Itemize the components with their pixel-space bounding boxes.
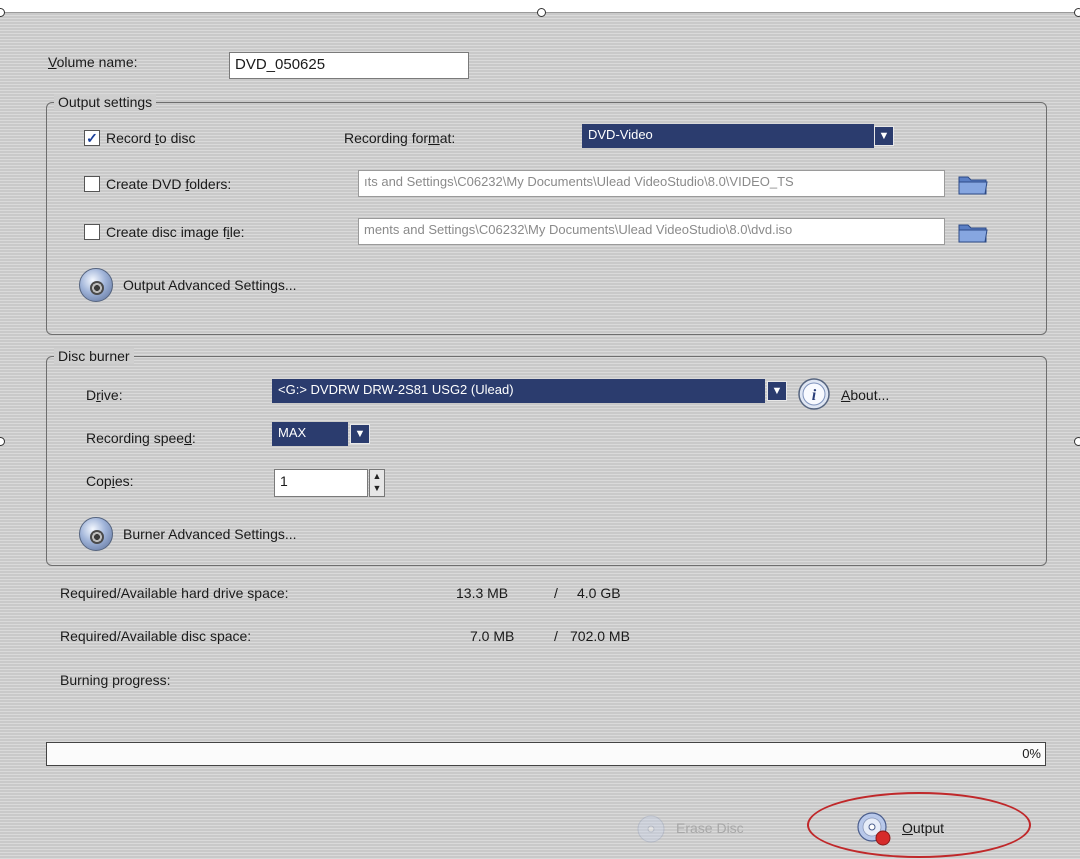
disc-icon	[637, 815, 665, 843]
hard-drive-required: 13.3 MB	[456, 585, 509, 601]
burning-progress-label: Burning progress:	[60, 672, 171, 688]
resize-handle-top-left[interactable]	[0, 8, 5, 17]
record-to-disc-label: Record to disc	[106, 130, 196, 146]
output-settings-legend: Output settings	[54, 94, 157, 110]
hard-drive-separator: /	[554, 585, 558, 601]
info-icon[interactable]: i	[797, 377, 831, 411]
volume-name-input[interactable]: DVD_050625	[229, 52, 469, 79]
drive-select[interactable]: <G:> DVDRW DRW-2S81 USG2 (Ulead)	[272, 379, 765, 403]
disc-space-label: Required/Available disc space:	[60, 628, 252, 644]
dvd-folders-path-input[interactable]: ıts and Settings\C06232\My Documents\Ule…	[358, 170, 945, 197]
resize-handle-top[interactable]	[537, 8, 546, 17]
create-dvd-folders-checkbox[interactable]	[84, 176, 100, 192]
highlight-annotation	[807, 792, 1031, 858]
output-advanced-settings-button[interactable]: Output Advanced Settings...	[123, 277, 297, 293]
resize-handle-left[interactable]	[0, 437, 5, 446]
recording-speed-label: Recording speed:	[86, 430, 196, 446]
create-disc-image-checkbox[interactable]	[84, 224, 100, 240]
folder-icon[interactable]	[958, 221, 988, 243]
disc-available: 702.0 MB	[570, 628, 630, 644]
volume-name-label: Volume name:	[48, 54, 138, 70]
recording-format-select[interactable]: DVD-Video	[582, 124, 874, 148]
recording-format-label: Recording format:	[344, 130, 456, 146]
burner-advanced-settings-button[interactable]: Burner Advanced Settings...	[123, 526, 297, 542]
create-dvd-folders-label: Create DVD folders:	[106, 176, 232, 192]
folder-icon[interactable]	[958, 173, 988, 195]
svg-text:i: i	[812, 387, 817, 404]
drive-label: Drive:	[86, 387, 123, 403]
disc-required: 7.0 MB	[470, 628, 515, 644]
hard-drive-available: 4.0 GB	[577, 585, 621, 601]
copies-label: Copies:	[86, 473, 134, 489]
resize-handle-right[interactable]	[1074, 437, 1080, 446]
disc-separator: /	[554, 628, 558, 644]
recording-speed-select[interactable]: MAX	[272, 422, 348, 446]
gear-icon[interactable]	[79, 517, 113, 551]
disc-image-path-input[interactable]: ments and Settings\C06232\My Documents\U…	[358, 218, 945, 245]
gear-icon[interactable]	[79, 268, 113, 302]
recording-format-dropdown-icon[interactable]: ▼	[874, 126, 894, 146]
hard-drive-space-label: Required/Available hard drive space:	[60, 585, 289, 601]
copies-input[interactable]: 1	[274, 469, 368, 497]
erase-disc-button[interactable]: Erase Disc	[676, 820, 744, 836]
copies-stepper[interactable]: ▲ ▼	[369, 469, 385, 497]
resize-handle-top-right[interactable]	[1074, 8, 1080, 17]
record-to-disc-checkbox[interactable]: ✓	[84, 130, 100, 146]
drive-dropdown-icon[interactable]: ▼	[767, 381, 787, 401]
burning-progress-bar: 0%	[46, 742, 1046, 766]
create-disc-image-label: Create disc image file:	[106, 224, 245, 240]
dvd-output-panel: Volume name: DVD_050625 Output settings …	[0, 8, 1080, 859]
progress-percent: 0%	[1022, 746, 1041, 761]
recording-speed-dropdown-icon[interactable]: ▼	[350, 424, 370, 444]
disc-burner-legend: Disc burner	[54, 348, 134, 364]
about-link[interactable]: About...	[841, 387, 889, 403]
